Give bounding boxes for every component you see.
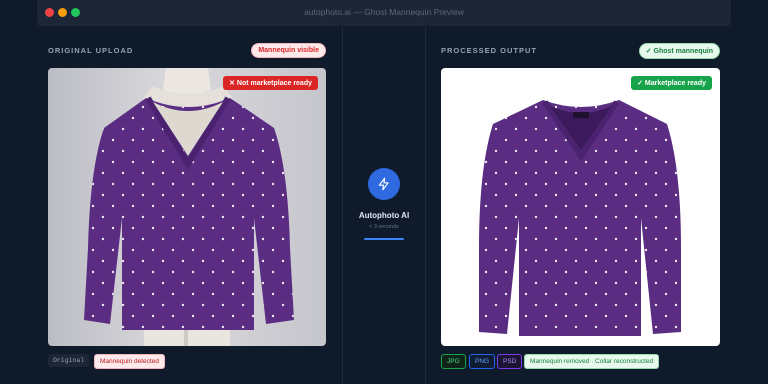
format-psd-tag[interactable]: PSD (497, 354, 523, 369)
original-sweater-image (84, 68, 294, 346)
format-jpg-tag[interactable]: JPG (441, 354, 466, 369)
ghost-mannequin-pill: ✓ Ghost mannequin (638, 43, 720, 59)
column-divider-right (425, 26, 426, 384)
mannequin-visible-pill: Mannequin visible (251, 43, 326, 58)
engine-title: Autophoto AI (358, 211, 410, 220)
window-title: autophoto.ai — Ghost Mannequin Preview (304, 7, 464, 17)
processing-indicator: Autophoto AI < 3 seconds (345, 168, 423, 240)
processed-sweater-image (479, 100, 681, 336)
original-upload-label: ORIGINAL UPLOAD (48, 46, 134, 55)
format-png-tag[interactable]: PNG (469, 354, 496, 369)
not-ready-badge: ✕ Not marketplace ready (223, 76, 318, 90)
processed-output-label: PROCESSED OUTPUT (441, 46, 538, 55)
result-summary-tag: Mannequin removed · Collar reconstructed (524, 354, 660, 369)
original-tag: Original (48, 354, 90, 367)
column-divider-left (342, 26, 343, 384)
progress-bar (364, 238, 404, 240)
processing-time: < 3 seconds (369, 224, 399, 230)
marketplace-ready-badge: ✓ Marketplace ready (631, 76, 712, 90)
processed-image-card[interactable]: ✓ Marketplace ready (441, 68, 720, 346)
window-titlebar: autophoto.ai — Ghost Mannequin Preview (37, 0, 731, 26)
original-image-card[interactable]: ✕ Not marketplace ready (48, 68, 326, 346)
process-button[interactable] (368, 168, 400, 200)
mannequin-detected-tag: Mannequin detected (94, 354, 165, 369)
lightning-bolt-icon (378, 177, 389, 191)
